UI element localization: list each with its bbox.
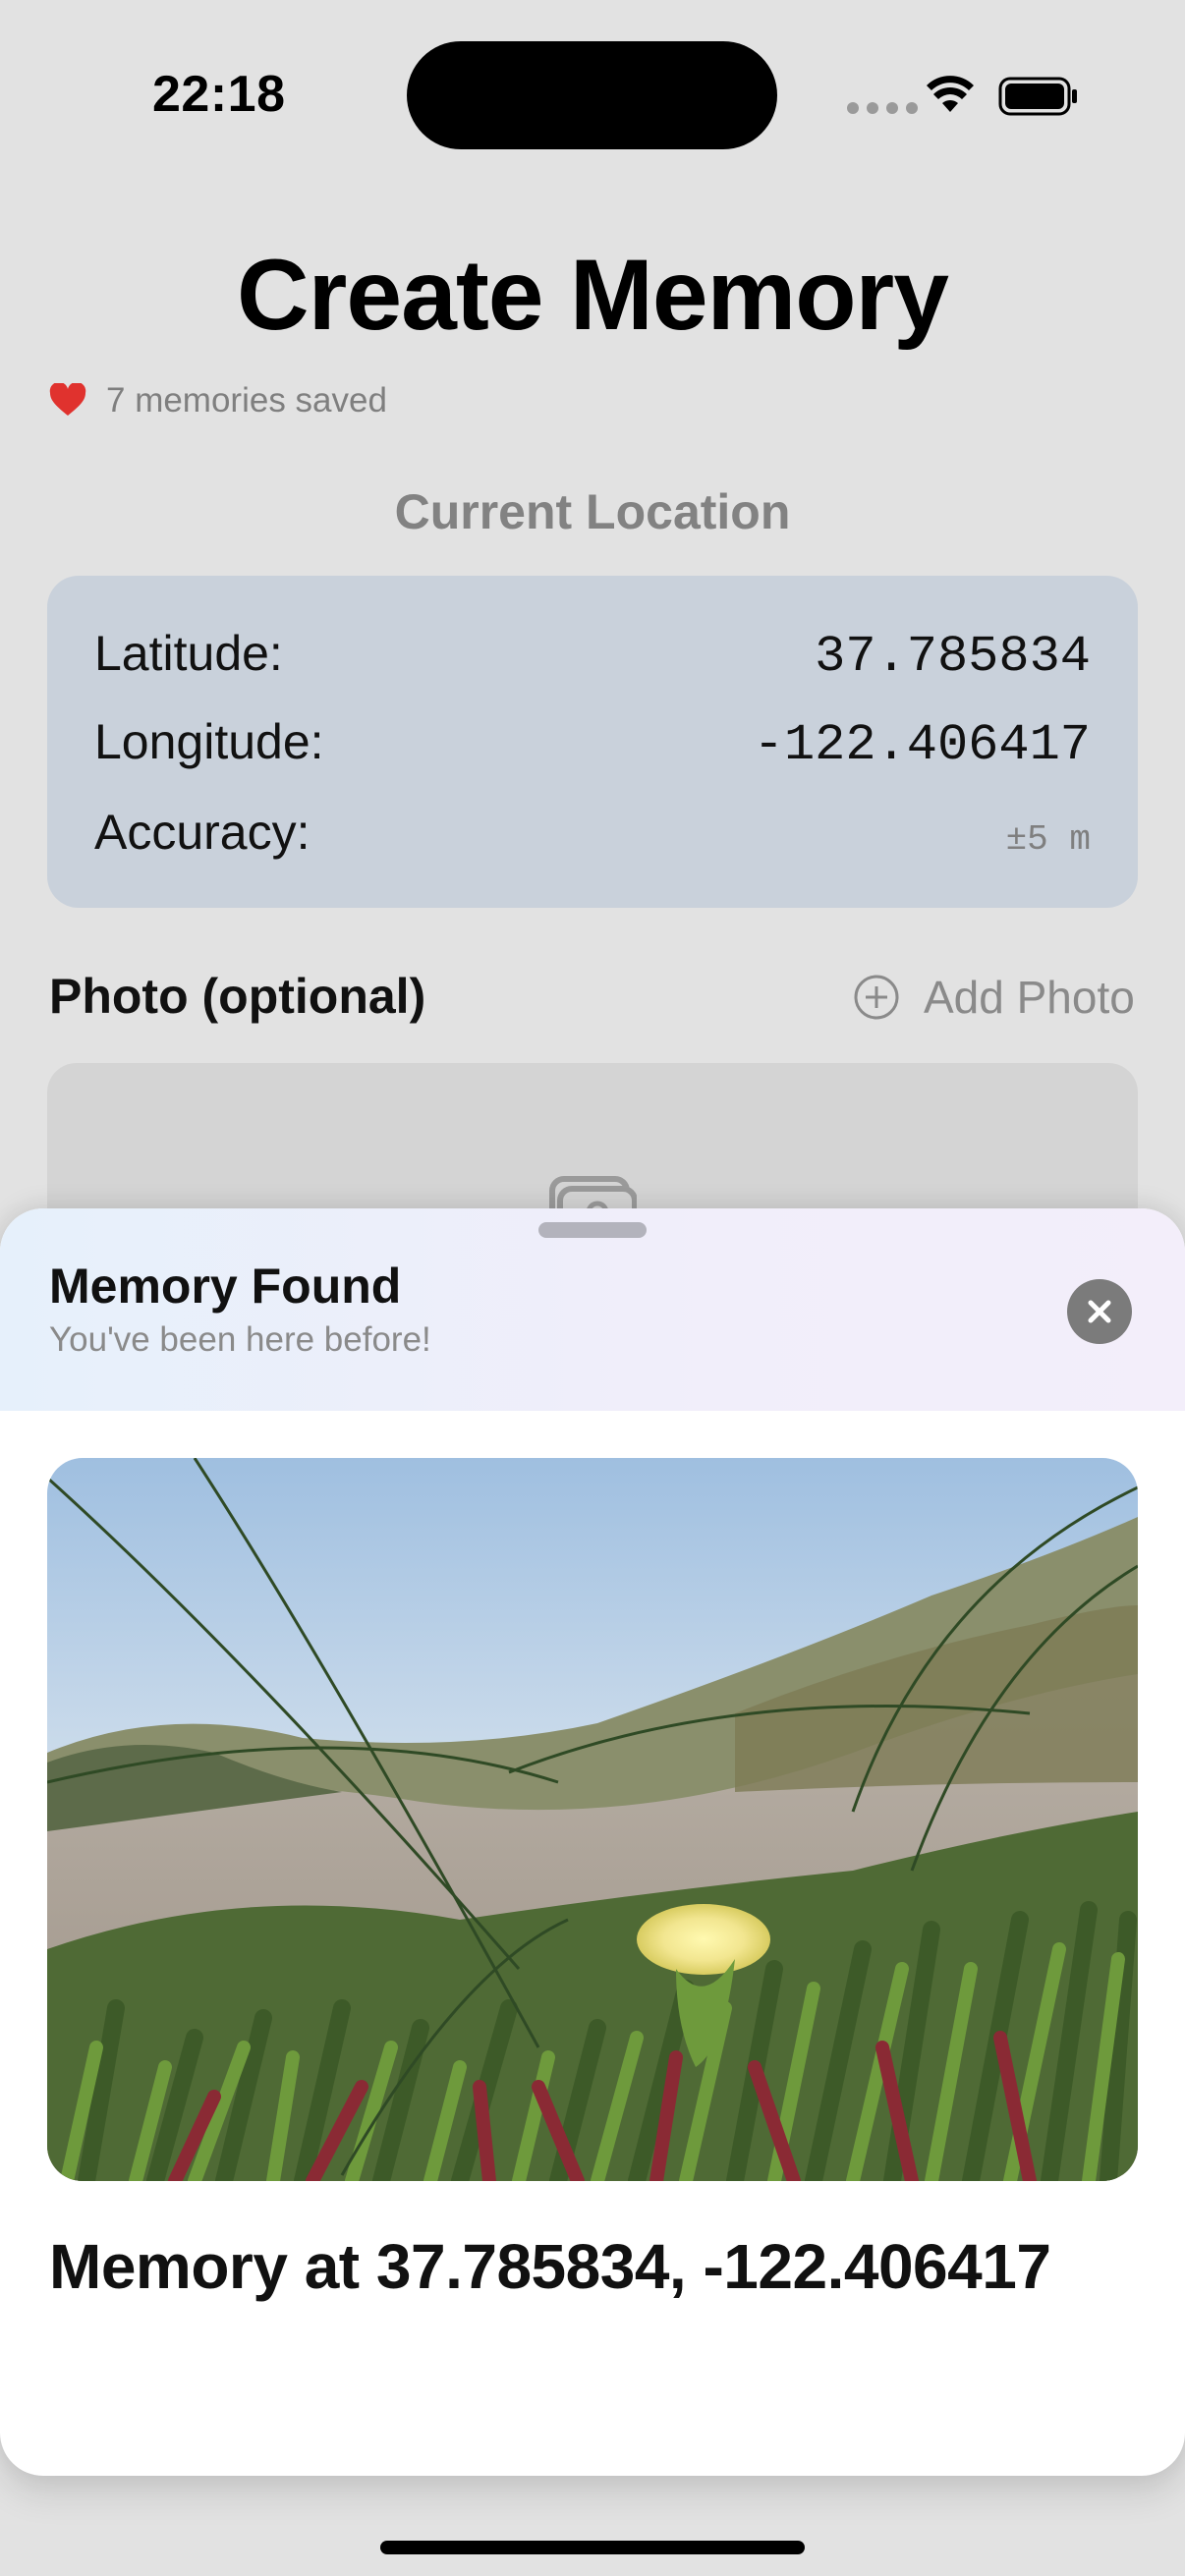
battery-icon (998, 77, 1077, 116)
longitude-label: Longitude: (94, 714, 324, 769)
memory-found-sheet: Memory Found You've been here before! Me… (0, 1208, 1185, 2476)
heart-icon (49, 383, 86, 416)
location-card: Latitude: 37.785834 Longitude: -122.4064… (47, 576, 1138, 908)
wifi-icon (927, 76, 974, 112)
page-title: Create Memory (237, 239, 949, 351)
memory-photo (47, 1458, 1138, 2181)
accuracy-value: ±5 m (1005, 819, 1091, 860)
longitude-value: -122.406417 (753, 716, 1091, 774)
sheet-title: Memory Found (49, 1259, 402, 1314)
latitude-label: Latitude: (94, 626, 283, 681)
cellular-signal-icon (847, 102, 918, 114)
home-indicator[interactable] (380, 2541, 805, 2554)
latitude-row: Latitude: 37.785834 (94, 625, 1091, 686)
memories-count: 7 memories saved (106, 381, 387, 420)
accuracy-row: Accuracy: ±5 m (94, 804, 1091, 861)
close-button[interactable] (1067, 1279, 1132, 1344)
dynamic-island (407, 41, 777, 149)
current-location-title: Current Location (394, 484, 791, 539)
close-icon (1088, 1300, 1111, 1323)
accuracy-label: Accuracy: (94, 805, 310, 860)
memory-caption: Memory at 37.785834, -122.406417 (49, 2231, 1051, 2302)
add-photo-button[interactable]: Add Photo (853, 971, 1135, 1024)
photo-section-label: Photo (optional) (49, 969, 426, 1024)
latitude-value: 37.785834 (815, 628, 1091, 686)
longitude-row: Longitude: -122.406417 (94, 713, 1091, 774)
add-photo-label: Add Photo (924, 972, 1135, 1023)
sheet-subtitle: You've been here before! (49, 1320, 431, 1359)
plus-circle-icon (854, 975, 899, 1020)
sheet-grabber[interactable] (538, 1222, 647, 1238)
status-time: 22:18 (152, 66, 286, 123)
